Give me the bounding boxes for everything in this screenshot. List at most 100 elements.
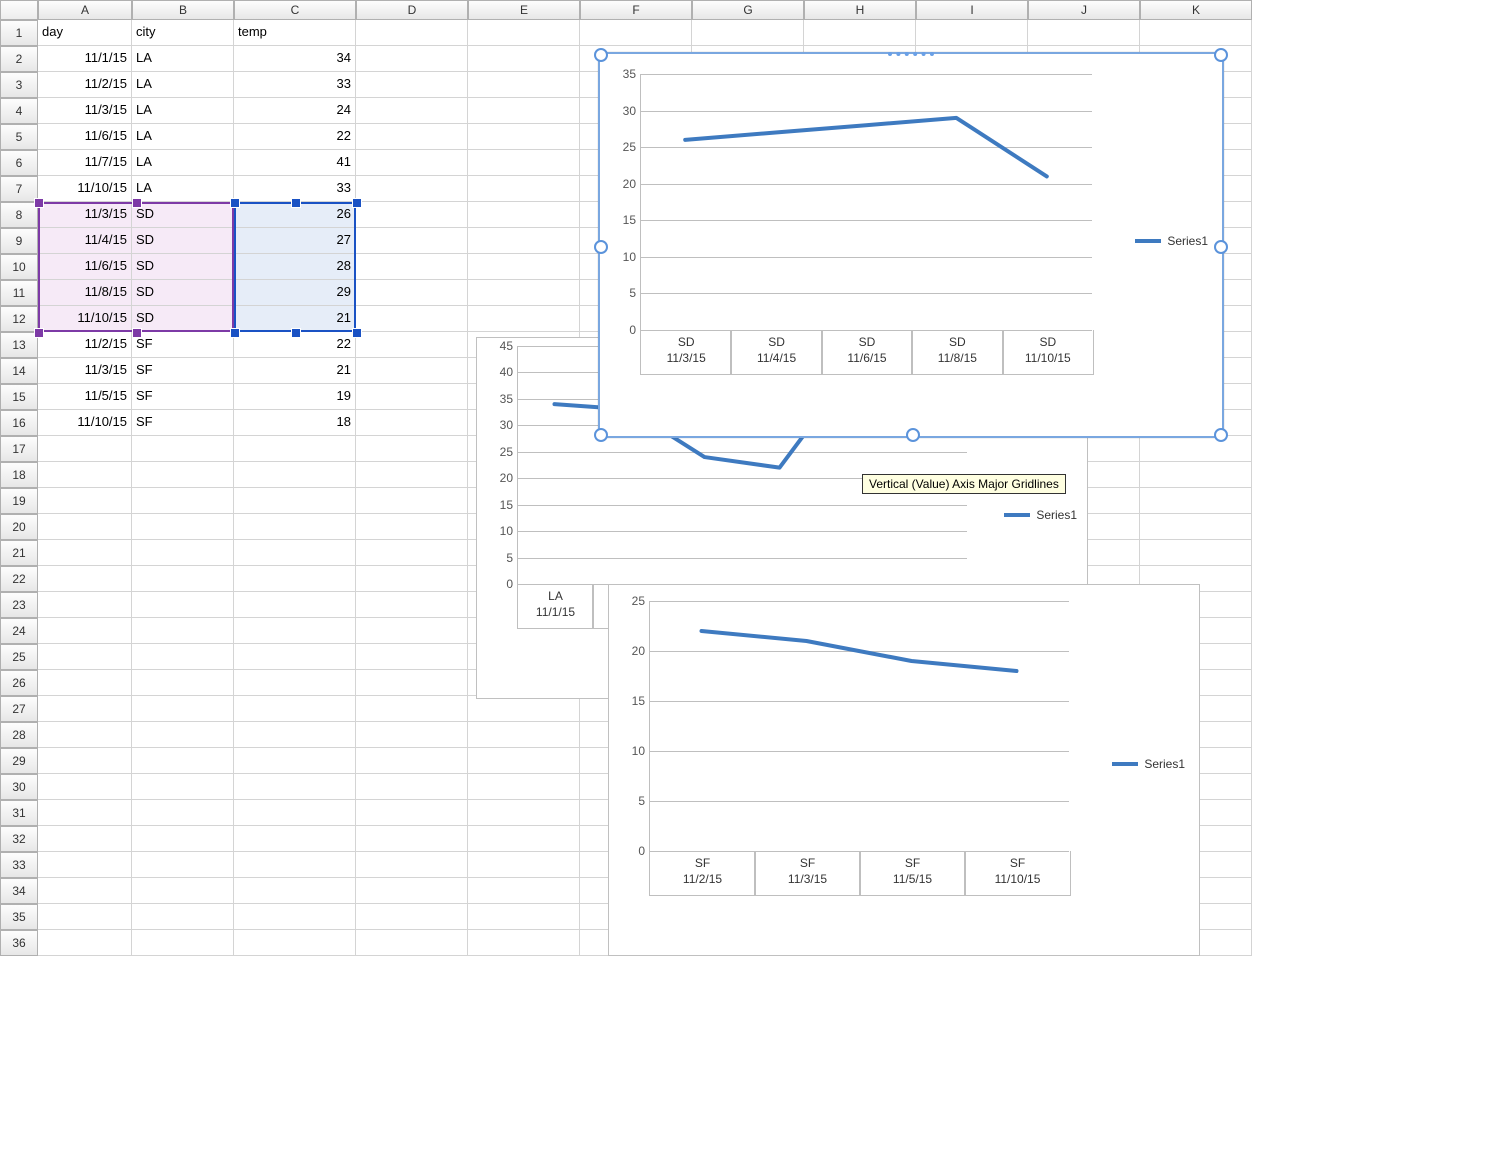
row-header-7[interactable]: 7 bbox=[0, 176, 38, 202]
cell-A11[interactable]: 11/8/15 bbox=[38, 280, 132, 306]
row-header-13[interactable]: 13 bbox=[0, 332, 38, 358]
cell-D4[interactable] bbox=[356, 98, 468, 124]
cell-C35[interactable] bbox=[234, 904, 356, 930]
cell-A29[interactable] bbox=[38, 748, 132, 774]
cell-A8[interactable]: 11/3/15 bbox=[38, 202, 132, 228]
cell-B26[interactable] bbox=[132, 670, 234, 696]
cell-A9[interactable]: 11/4/15 bbox=[38, 228, 132, 254]
cell-A33[interactable] bbox=[38, 852, 132, 878]
cell-A18[interactable] bbox=[38, 462, 132, 488]
cell-C14[interactable]: 21 bbox=[234, 358, 356, 384]
cell-D25[interactable] bbox=[356, 644, 468, 670]
cell-D32[interactable] bbox=[356, 826, 468, 852]
cell-D29[interactable] bbox=[356, 748, 468, 774]
cell-C22[interactable] bbox=[234, 566, 356, 592]
cell-C9[interactable]: 27 bbox=[234, 228, 356, 254]
cell-B3[interactable]: LA bbox=[132, 72, 234, 98]
row-header-26[interactable]: 26 bbox=[0, 670, 38, 696]
cell-C17[interactable] bbox=[234, 436, 356, 462]
cell-E6[interactable] bbox=[468, 150, 580, 176]
row-header-14[interactable]: 14 bbox=[0, 358, 38, 384]
cell-B1[interactable]: city bbox=[132, 20, 234, 46]
row-header-25[interactable]: 25 bbox=[0, 644, 38, 670]
cell-A28[interactable] bbox=[38, 722, 132, 748]
cell-D23[interactable] bbox=[356, 592, 468, 618]
row-header-31[interactable]: 31 bbox=[0, 800, 38, 826]
cell-D3[interactable] bbox=[356, 72, 468, 98]
cell-D33[interactable] bbox=[356, 852, 468, 878]
cell-D15[interactable] bbox=[356, 384, 468, 410]
cell-D28[interactable] bbox=[356, 722, 468, 748]
cell-D8[interactable] bbox=[356, 202, 468, 228]
resize-handle-ne[interactable] bbox=[1214, 48, 1228, 62]
cell-B23[interactable] bbox=[132, 592, 234, 618]
cell-A6[interactable]: 11/7/15 bbox=[38, 150, 132, 176]
row-header-8[interactable]: 8 bbox=[0, 202, 38, 228]
cell-C15[interactable]: 19 bbox=[234, 384, 356, 410]
cell-B13[interactable]: SF bbox=[132, 332, 234, 358]
cell-B10[interactable]: SD bbox=[132, 254, 234, 280]
row-header-19[interactable]: 19 bbox=[0, 488, 38, 514]
cell-A15[interactable]: 11/5/15 bbox=[38, 384, 132, 410]
cell-G1[interactable] bbox=[692, 20, 804, 46]
cell-E28[interactable] bbox=[468, 722, 580, 748]
row-header-17[interactable]: 17 bbox=[0, 436, 38, 462]
cell-C11[interactable]: 29 bbox=[234, 280, 356, 306]
cell-C19[interactable] bbox=[234, 488, 356, 514]
cell-C20[interactable] bbox=[234, 514, 356, 540]
col-header-B[interactable]: B bbox=[132, 0, 234, 20]
row-header-6[interactable]: 6 bbox=[0, 150, 38, 176]
cell-E34[interactable] bbox=[468, 878, 580, 904]
cell-D12[interactable] bbox=[356, 306, 468, 332]
cell-B22[interactable] bbox=[132, 566, 234, 592]
cell-D6[interactable] bbox=[356, 150, 468, 176]
col-header-J[interactable]: J bbox=[1028, 0, 1140, 20]
row-header-2[interactable]: 2 bbox=[0, 46, 38, 72]
cell-C10[interactable]: 28 bbox=[234, 254, 356, 280]
cell-A23[interactable] bbox=[38, 592, 132, 618]
col-header-I[interactable]: I bbox=[916, 0, 1028, 20]
cell-A16[interactable]: 11/10/15 bbox=[38, 410, 132, 436]
cell-B29[interactable] bbox=[132, 748, 234, 774]
cell-D17[interactable] bbox=[356, 436, 468, 462]
cell-A35[interactable] bbox=[38, 904, 132, 930]
cell-B33[interactable] bbox=[132, 852, 234, 878]
cell-C6[interactable]: 41 bbox=[234, 150, 356, 176]
cell-B11[interactable]: SD bbox=[132, 280, 234, 306]
cell-B32[interactable] bbox=[132, 826, 234, 852]
cell-E35[interactable] bbox=[468, 904, 580, 930]
cell-A20[interactable] bbox=[38, 514, 132, 540]
cell-B6[interactable]: LA bbox=[132, 150, 234, 176]
cell-C18[interactable] bbox=[234, 462, 356, 488]
cell-C5[interactable]: 22 bbox=[234, 124, 356, 150]
cell-D14[interactable] bbox=[356, 358, 468, 384]
col-header-A[interactable]: A bbox=[38, 0, 132, 20]
row-header-1[interactable]: 1 bbox=[0, 20, 38, 46]
cell-C2[interactable]: 34 bbox=[234, 46, 356, 72]
row-header-15[interactable]: 15 bbox=[0, 384, 38, 410]
cell-F1[interactable] bbox=[580, 20, 692, 46]
cell-E3[interactable] bbox=[468, 72, 580, 98]
cell-K18[interactable] bbox=[1140, 462, 1252, 488]
cell-B31[interactable] bbox=[132, 800, 234, 826]
cell-C32[interactable] bbox=[234, 826, 356, 852]
cell-D19[interactable] bbox=[356, 488, 468, 514]
cell-B16[interactable]: SF bbox=[132, 410, 234, 436]
cell-K19[interactable] bbox=[1140, 488, 1252, 514]
cell-E7[interactable] bbox=[468, 176, 580, 202]
cell-A22[interactable] bbox=[38, 566, 132, 592]
cell-B34[interactable] bbox=[132, 878, 234, 904]
cell-C26[interactable] bbox=[234, 670, 356, 696]
cell-C24[interactable] bbox=[234, 618, 356, 644]
row-header-10[interactable]: 10 bbox=[0, 254, 38, 280]
cell-A21[interactable] bbox=[38, 540, 132, 566]
cell-E5[interactable] bbox=[468, 124, 580, 150]
cell-A24[interactable] bbox=[38, 618, 132, 644]
cell-E9[interactable] bbox=[468, 228, 580, 254]
resize-handle-sw[interactable] bbox=[594, 428, 608, 442]
row-header-4[interactable]: 4 bbox=[0, 98, 38, 124]
row-header-11[interactable]: 11 bbox=[0, 280, 38, 306]
col-header-D[interactable]: D bbox=[356, 0, 468, 20]
resize-handle-nw[interactable] bbox=[594, 48, 608, 62]
resize-handle-s[interactable] bbox=[906, 428, 920, 442]
